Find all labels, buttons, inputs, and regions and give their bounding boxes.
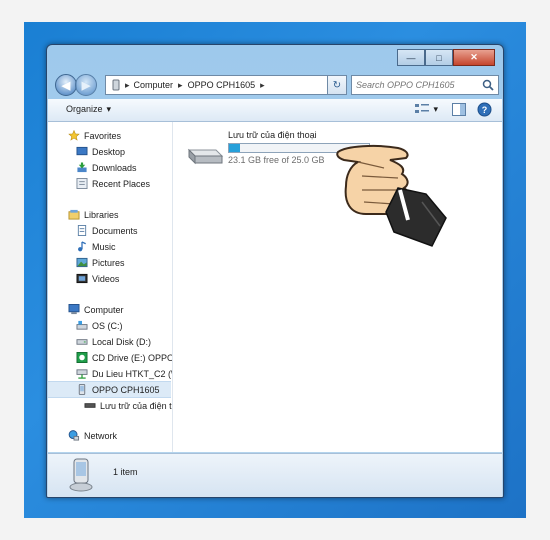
breadcrumb-computer[interactable]: Computer (134, 80, 174, 90)
sidebar-item-videos[interactable]: Videos (76, 271, 119, 286)
sidebar-item-computer[interactable]: Computer (68, 302, 124, 317)
sidebar-label: Favorites (84, 130, 122, 141)
item-count: 1 item (113, 467, 138, 477)
forward-button[interactable]: ▶ (75, 74, 97, 96)
minimize-button[interactable]: — (397, 49, 425, 66)
sidebar-label: Local Disk (D:) (92, 336, 152, 347)
storage-icon (84, 403, 96, 408)
explorer-window: — □ ✕ ◀ ▶ ▸ Computer ▸ OPPO CPH1605 ▸ ▾ … (46, 44, 504, 498)
sidebar-label: OPPO CPH1605 (92, 384, 160, 395)
sidebar-item-pictures[interactable]: Pictures (76, 255, 125, 270)
organize-label: Organize (66, 104, 103, 114)
back-button[interactable]: ◀ (55, 74, 77, 96)
refresh-button[interactable]: ↻ (327, 75, 347, 95)
command-bar: Organize ▾ ▾ ? (48, 99, 502, 122)
sidebar-label: Pictures (92, 257, 125, 268)
sidebar-item-recent-places[interactable]: Recent Places (76, 176, 150, 191)
content-area: Favorites Desktop Downloads Recent Place… (48, 122, 502, 452)
device-icon (112, 79, 120, 91)
network-icon (68, 430, 80, 441)
sidebar-item-desktop[interactable]: Desktop (76, 144, 125, 159)
sidebar-label: Downloads (92, 162, 137, 173)
file-view: Lưu trữ của điện thoại 23.1 GB free of 2… (174, 122, 502, 452)
sidebar-item-documents[interactable]: Documents (76, 223, 138, 238)
breadcrumb-device[interactable]: OPPO CPH1605 (188, 80, 256, 90)
window-controls: — □ ✕ (397, 49, 495, 66)
system-drive-icon (76, 320, 88, 330)
maximize-button[interactable]: □ (425, 49, 453, 66)
phone-icon (78, 384, 86, 395)
downloads-icon (77, 162, 87, 173)
sidebar-label: Documents (92, 225, 138, 236)
desktop-icon (76, 146, 88, 156)
svg-text:?: ? (482, 105, 488, 115)
sidebar-label: Recent Places (92, 178, 151, 189)
hard-drive-icon (76, 339, 88, 345)
sidebar-item-network[interactable]: Network (68, 428, 117, 443)
storage-name: Lưu trữ của điện thoại (228, 130, 317, 140)
storage-drive-icon (187, 148, 224, 165)
sidebar-label: Computer (84, 304, 124, 315)
sidebar-label: Desktop (92, 146, 126, 157)
sidebar-item-local-disk[interactable]: Local Disk (D:) (76, 334, 151, 349)
videos-icon (76, 273, 88, 284)
sidebar-item-phone-storage[interactable]: Lưu trữ của điện th (84, 398, 173, 413)
recent-places-icon (76, 178, 88, 189)
sidebar-label: Du Lieu HTKT_C2 (\ (92, 368, 173, 379)
storage-usage-fill (229, 144, 240, 152)
chevron-down-icon: ▾ (106, 104, 112, 114)
libraries-icon (68, 209, 80, 220)
sidebar-item-network-drive[interactable]: Du Lieu HTKT_C2 (\ (76, 366, 173, 381)
organize-button[interactable]: Organize ▾ (66, 104, 111, 115)
sidebar-item-cd-drive[interactable]: CD Drive (E:) OPPO I (76, 350, 173, 365)
sidebar-label: CD Drive (E:) OPPO I (92, 352, 173, 363)
music-icon (78, 241, 86, 252)
magnifier-icon[interactable] (482, 79, 494, 91)
star-icon (68, 130, 80, 141)
breadcrumb-separator: ▸ (178, 79, 183, 90)
views-button[interactable]: ▾ (415, 103, 438, 115)
preview-pane-icon[interactable] (452, 103, 466, 116)
navigation-bar: ◀ ▶ ▸ Computer ▸ OPPO CPH1605 ▸ ▾ ↻ (53, 73, 499, 97)
cd-drive-icon (76, 352, 88, 363)
address-bar[interactable]: ▸ Computer ▸ OPPO CPH1605 ▸ ▾ (105, 75, 347, 95)
search-input[interactable] (352, 79, 482, 91)
pointing-hand-icon (336, 144, 447, 247)
close-button[interactable]: ✕ (453, 49, 495, 66)
sidebar-label: Libraries (84, 209, 119, 220)
sidebar-label: Network (84, 430, 118, 441)
sidebar-label: Videos (92, 273, 120, 284)
storage-free-text: 23.1 GB free of 25.0 GB (228, 155, 325, 165)
help-icon[interactable]: ? (477, 102, 492, 117)
sidebar-label: Lưu trữ của điện th (100, 400, 173, 411)
navigation-pane: Favorites Desktop Downloads Recent Place… (48, 122, 173, 452)
computer-icon (68, 304, 80, 315)
breadcrumb-separator: ▸ (125, 79, 130, 90)
views-icon (415, 104, 430, 113)
pictures-icon (76, 257, 88, 268)
sidebar-item-os-drive[interactable]: OS (C:) (76, 318, 123, 333)
sidebar-label: OS (C:) (92, 320, 123, 331)
sidebar-item-music[interactable]: Music (76, 239, 116, 254)
breadcrumb-separator: ▸ (260, 79, 265, 90)
sidebar-item-libraries[interactable]: Libraries (68, 207, 119, 222)
documents-icon (77, 225, 87, 236)
sidebar-item-oppo[interactable]: OPPO CPH1605 (76, 382, 160, 397)
search-box[interactable] (351, 75, 499, 95)
sidebar-item-downloads[interactable]: Downloads (76, 160, 137, 175)
chevron-down-icon: ▾ (433, 103, 438, 114)
phone-icon (69, 458, 93, 492)
sidebar-label: Music (92, 241, 116, 252)
network-drive-icon (76, 369, 88, 379)
details-pane: 1 item (48, 453, 502, 497)
sidebar-item-favorites[interactable]: Favorites (68, 128, 121, 143)
